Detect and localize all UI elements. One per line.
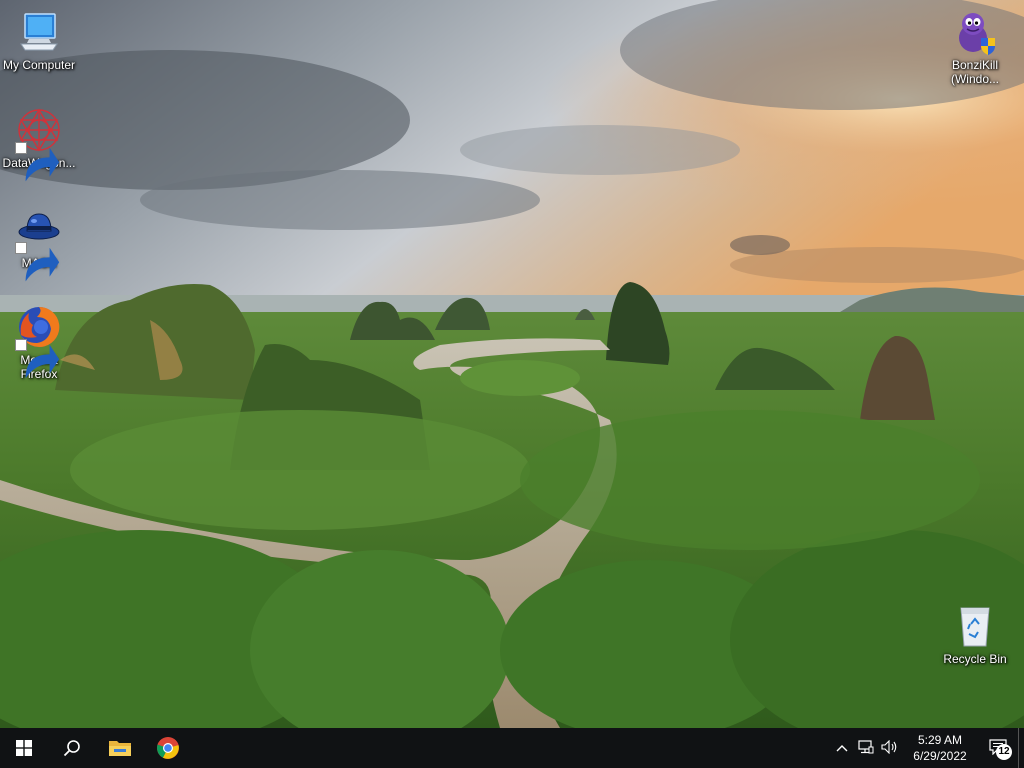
- notification-count-badge: 12: [996, 744, 1012, 760]
- windows-logo-icon: [16, 740, 32, 756]
- system-tray: 5:29 AM 6/29/2022 12: [830, 728, 1024, 768]
- search-button[interactable]: [48, 728, 96, 768]
- firefox-icon: [15, 303, 63, 379]
- taskbar-file-explorer[interactable]: [96, 728, 144, 768]
- desktop-wallpaper: [0, 0, 1024, 728]
- desktop-icon-datawagon[interactable]: DataWagon...: [1, 106, 77, 182]
- clock-date: 6/29/2022: [913, 749, 967, 763]
- show-hidden-icons-button[interactable]: [830, 728, 854, 768]
- bonzi-icon: [951, 8, 999, 56]
- volume-button[interactable]: [878, 728, 902, 768]
- computer-icon: [15, 8, 63, 56]
- volume-icon: [881, 739, 899, 757]
- taskbar: 5:29 AM 6/29/2022 12: [0, 728, 1024, 768]
- desktop-icon-mash[interactable]: MASH: [1, 206, 77, 282]
- shortcut-arrow-icon: [15, 242, 60, 282]
- taskbar-chrome[interactable]: [144, 728, 192, 768]
- datawagon-icon: [15, 106, 63, 182]
- mash-hat-icon: [15, 206, 63, 282]
- desktop-icon-label: BonziKill (Windo...: [950, 58, 999, 86]
- folder-icon: [108, 738, 132, 758]
- desktop-icon-label: My Computer: [2, 58, 76, 72]
- network-icon: [858, 739, 874, 757]
- show-desktop-button[interactable]: [1018, 728, 1024, 768]
- desktop-icon-my-computer[interactable]: My Computer: [1, 8, 77, 72]
- action-center-button[interactable]: 12: [978, 728, 1018, 768]
- shortcut-arrow-icon: [15, 142, 60, 182]
- desktop-icon-bonzikill[interactable]: BonziKill (Windo...: [937, 8, 1013, 86]
- recycle-bin-icon: [951, 602, 999, 650]
- desktop-icon-label: Recycle Bin: [943, 652, 1007, 666]
- start-button[interactable]: [0, 728, 48, 768]
- chevron-up-icon: [836, 741, 848, 755]
- network-button[interactable]: [854, 728, 878, 768]
- taskbar-clock[interactable]: 5:29 AM 6/29/2022: [902, 732, 978, 764]
- clock-time: 5:29 AM: [917, 733, 963, 747]
- shortcut-arrow-icon: [15, 339, 60, 379]
- desktop-icon-recycle-bin[interactable]: Recycle Bin: [937, 602, 1013, 666]
- desktop-icon-firefox[interactable]: Mozilla Firefox: [1, 303, 77, 381]
- chrome-icon: [156, 736, 180, 760]
- search-icon: [63, 739, 81, 757]
